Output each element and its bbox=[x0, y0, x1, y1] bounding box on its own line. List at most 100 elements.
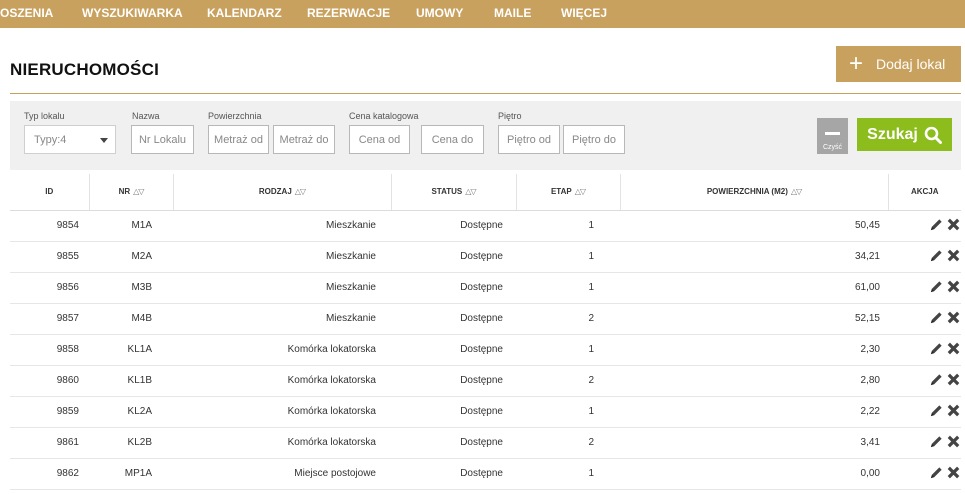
cell-powierzchnia: 3,41 bbox=[620, 427, 888, 459]
floor-from-input[interactable]: Piętro od bbox=[498, 125, 560, 154]
search-icon bbox=[924, 126, 942, 144]
cell-akcja bbox=[888, 303, 961, 335]
cell-etap: 2 bbox=[516, 303, 620, 335]
col-header-rodzaj[interactable]: RODZAJ △▽ bbox=[173, 174, 392, 211]
sort-arrows-icon[interactable]: △▽ bbox=[791, 187, 802, 196]
cell-etap: 2 bbox=[516, 427, 620, 459]
cell-rodzaj: Mieszkanie bbox=[173, 303, 391, 335]
price-filter-label: Cena katalogowa bbox=[349, 111, 419, 121]
area-to-input[interactable]: Metraż do bbox=[273, 125, 335, 154]
cell-status: Dostępne bbox=[391, 272, 516, 304]
cell-akcja bbox=[888, 210, 961, 242]
cell-akcja bbox=[888, 334, 961, 366]
cell-id: 9857 bbox=[10, 303, 89, 335]
cell-nr: KL1B bbox=[89, 365, 173, 397]
cell-etap: 2 bbox=[516, 365, 620, 397]
cell-akcja bbox=[888, 241, 961, 273]
units-table: ID NR △▽ RODZAJ △▽ STATUS △▽ ETAP △▽ POWIERZ… bbox=[10, 174, 961, 490]
add-unit-label: Dodaj lokal bbox=[876, 56, 946, 72]
cell-nr: KL2A bbox=[89, 396, 173, 428]
edit-pencil-icon[interactable] bbox=[929, 279, 944, 297]
name-filter-label: Nazwa bbox=[132, 111, 160, 121]
delete-x-icon[interactable] bbox=[946, 217, 961, 235]
delete-x-icon[interactable] bbox=[946, 465, 961, 483]
nav-item-umowy[interactable]: UMOWY bbox=[416, 0, 463, 28]
col-header-nr[interactable]: NR △▽ bbox=[89, 174, 174, 211]
cell-etap: 1 bbox=[516, 241, 620, 273]
col-header-powierzchnia[interactable]: POWIERZCHNIA (M2) △▽ bbox=[620, 174, 889, 211]
table-row[interactable]: 9857 M4B Mieszkanie Dostępne 2 52,15 bbox=[10, 303, 961, 335]
nav-item-ogloszenia[interactable]: OSZENIA bbox=[0, 0, 53, 28]
cell-etap: 1 bbox=[516, 458, 620, 490]
edit-pencil-icon[interactable] bbox=[929, 341, 944, 359]
floor-to-input[interactable]: Piętro do bbox=[563, 125, 625, 154]
search-button[interactable]: Szukaj bbox=[857, 118, 952, 151]
cell-id: 9856 bbox=[10, 272, 89, 304]
edit-pencil-icon[interactable] bbox=[929, 403, 944, 421]
filter-panel: Typ lokalu Typy:4 Nazwa Nr Lokalu Powier… bbox=[10, 101, 961, 170]
nav-item-wiecej[interactable]: WIĘCEJ bbox=[561, 0, 607, 28]
delete-x-icon[interactable] bbox=[946, 279, 961, 297]
cell-status: Dostępne bbox=[391, 303, 516, 335]
cell-status: Dostępne bbox=[391, 427, 516, 459]
edit-pencil-icon[interactable] bbox=[929, 465, 944, 483]
nav-item-rezerwacje[interactable]: REZERWACJE bbox=[307, 0, 390, 28]
cell-rodzaj: Komórka lokatorska bbox=[173, 334, 391, 366]
cell-rodzaj: Komórka lokatorska bbox=[173, 396, 391, 428]
cell-powierzchnia: 2,30 bbox=[620, 334, 888, 366]
sort-arrows-icon[interactable]: △▽ bbox=[465, 187, 476, 196]
cell-etap: 1 bbox=[516, 210, 620, 242]
sort-arrows-icon[interactable]: △▽ bbox=[575, 187, 586, 196]
cell-nr: M2A bbox=[89, 241, 173, 273]
table-row[interactable]: 9854 M1A Mieszkanie Dostępne 1 50,45 bbox=[10, 210, 961, 242]
edit-pencil-icon[interactable] bbox=[929, 372, 944, 390]
area-from-input[interactable]: Metraż od bbox=[208, 125, 269, 154]
delete-x-icon[interactable] bbox=[946, 341, 961, 359]
table-row[interactable]: 9858 KL1A Komórka lokatorska Dostępne 1 2,30 bbox=[10, 334, 961, 366]
name-input[interactable]: Nr Lokalu bbox=[131, 125, 194, 154]
table-row[interactable]: 9860 KL1B Komórka lokatorska Dostępne 2 2,80 bbox=[10, 365, 961, 397]
col-header-etap[interactable]: ETAP △▽ bbox=[516, 174, 621, 211]
table-row[interactable]: 9862 MP1A Miejsce postojowe Dostępne 1 0,00 bbox=[10, 458, 961, 490]
cell-rodzaj: Komórka lokatorska bbox=[173, 427, 391, 459]
col-header-id[interactable]: ID bbox=[10, 174, 90, 211]
nav-item-kalendarz[interactable]: KALENDARZ bbox=[207, 0, 282, 28]
cell-etap: 1 bbox=[516, 334, 620, 366]
add-unit-button[interactable]: + Dodaj lokal bbox=[836, 46, 961, 82]
cell-id: 9855 bbox=[10, 241, 89, 273]
cell-nr: KL2B bbox=[89, 427, 173, 459]
edit-pencil-icon[interactable] bbox=[929, 434, 944, 452]
delete-x-icon[interactable] bbox=[946, 310, 961, 328]
col-header-akcja: AKCJA bbox=[888, 174, 961, 211]
clear-button[interactable]: Czyść bbox=[817, 118, 848, 154]
table-row[interactable]: 9859 KL2A Komórka lokatorska Dostępne 1 2,22 bbox=[10, 396, 961, 428]
type-select[interactable]: Typy:4 bbox=[24, 125, 116, 154]
edit-pencil-icon[interactable] bbox=[929, 248, 944, 266]
delete-x-icon[interactable] bbox=[946, 372, 961, 390]
cell-powierzchnia: 52,15 bbox=[620, 303, 888, 335]
edit-pencil-icon[interactable] bbox=[929, 310, 944, 328]
header-divider bbox=[10, 93, 961, 94]
sort-arrows-icon[interactable]: △▽ bbox=[295, 187, 306, 196]
sort-arrows-icon[interactable]: △▽ bbox=[133, 187, 144, 196]
delete-x-icon[interactable] bbox=[946, 434, 961, 452]
table-header-row: ID NR △▽ RODZAJ △▽ STATUS △▽ ETAP △▽ POWIERZ… bbox=[10, 174, 961, 211]
delete-x-icon[interactable] bbox=[946, 403, 961, 421]
table-row[interactable]: 9861 KL2B Komórka lokatorska Dostępne 2 3,41 bbox=[10, 427, 961, 459]
cell-nr: M1A bbox=[89, 210, 173, 242]
price-to-input[interactable]: Cena do bbox=[421, 125, 484, 154]
price-from-input[interactable]: Cena od bbox=[349, 125, 410, 154]
type-filter-label: Typ lokalu bbox=[24, 111, 65, 121]
table-row[interactable]: 9856 M3B Mieszkanie Dostępne 1 61,00 bbox=[10, 272, 961, 304]
edit-pencil-icon[interactable] bbox=[929, 217, 944, 235]
delete-x-icon[interactable] bbox=[946, 248, 961, 266]
cell-nr: KL1A bbox=[89, 334, 173, 366]
cell-nr: MP1A bbox=[89, 458, 173, 490]
col-header-status[interactable]: STATUS △▽ bbox=[391, 174, 517, 211]
area-filter-label: Powierzchnia bbox=[208, 111, 262, 121]
table-row[interactable]: 9855 M2A Mieszkanie Dostępne 1 34,21 bbox=[10, 241, 961, 273]
cell-id: 9854 bbox=[10, 210, 89, 242]
nav-item-maile[interactable]: MAILE bbox=[494, 0, 531, 28]
cell-status: Dostępne bbox=[391, 458, 516, 490]
nav-item-wyszukiwarka[interactable]: WYSZUKIWARKA bbox=[82, 0, 183, 28]
